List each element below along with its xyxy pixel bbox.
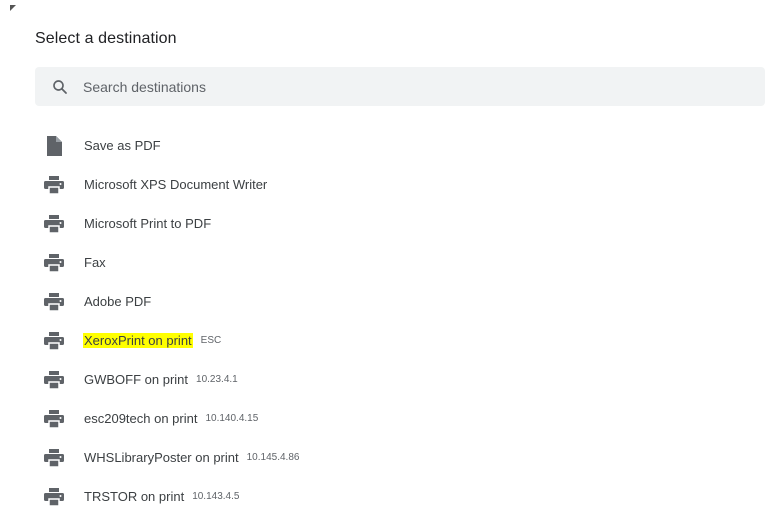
destination-item-fax[interactable]: Fax: [35, 243, 765, 282]
destination-label: Fax: [84, 255, 106, 270]
destination-item-adobe-pdf[interactable]: Adobe PDF: [35, 282, 765, 321]
destination-label: Microsoft XPS Document Writer: [84, 177, 268, 192]
dialog-title: Select a destination: [35, 30, 177, 47]
destination-label: esc209tech on print: [84, 411, 198, 426]
printer-icon: [43, 330, 65, 352]
destination-label: XeroxPrint on print: [83, 333, 193, 348]
destination-item-whslibraryposter[interactable]: WHSLibraryPoster on print 10.145.4.86: [35, 438, 765, 477]
destination-list: Save as PDF Microsoft XPS Document Write…: [35, 126, 765, 516]
destination-item-microsoft-print-to-pdf[interactable]: Microsoft Print to PDF: [35, 204, 765, 243]
printer-icon: [43, 174, 65, 196]
file-icon: [43, 135, 65, 157]
printer-icon: [43, 213, 65, 235]
destination-item-xeroxprint[interactable]: XeroxPrint on print ESC: [35, 321, 765, 360]
destination-label: Save as PDF: [84, 138, 161, 153]
destination-location: 10.145.4.86: [246, 452, 300, 463]
destination-location: 10.143.4.5: [192, 491, 240, 502]
destination-location: ESC: [200, 335, 222, 346]
printer-icon: [43, 486, 65, 508]
select-destination-dialog: Select a destination Save as PDF: [0, 0, 782, 523]
destination-item-save-as-pdf[interactable]: Save as PDF: [35, 126, 765, 165]
destination-location: 10.23.4.1: [196, 374, 238, 385]
printer-icon: [43, 291, 65, 313]
printer-icon: [43, 252, 65, 274]
destination-label: WHSLibraryPoster on print: [84, 450, 239, 465]
destination-item-gwboff[interactable]: GWBOFF on print 10.23.4.1: [35, 360, 765, 399]
destination-label: Adobe PDF: [84, 294, 152, 309]
search-input[interactable]: [83, 71, 733, 102]
destination-location: 10.140.4.15: [205, 413, 259, 424]
destination-label: GWBOFF on print: [84, 372, 189, 387]
printer-icon: [43, 447, 65, 469]
destination-item-trstor[interactable]: TRSTOR on print 10.143.4.5: [35, 477, 765, 516]
destination-label: TRSTOR on print: [84, 489, 185, 504]
printer-icon: [43, 369, 65, 391]
printer-icon: [43, 408, 65, 430]
search-icon: [50, 77, 70, 97]
destination-label: Microsoft Print to PDF: [84, 216, 212, 231]
destination-item-microsoft-xps[interactable]: Microsoft XPS Document Writer: [35, 165, 765, 204]
destination-item-esc209tech[interactable]: esc209tech on print 10.140.4.15: [35, 399, 765, 438]
search-box[interactable]: [35, 67, 765, 106]
corner-mark: [10, 5, 16, 11]
